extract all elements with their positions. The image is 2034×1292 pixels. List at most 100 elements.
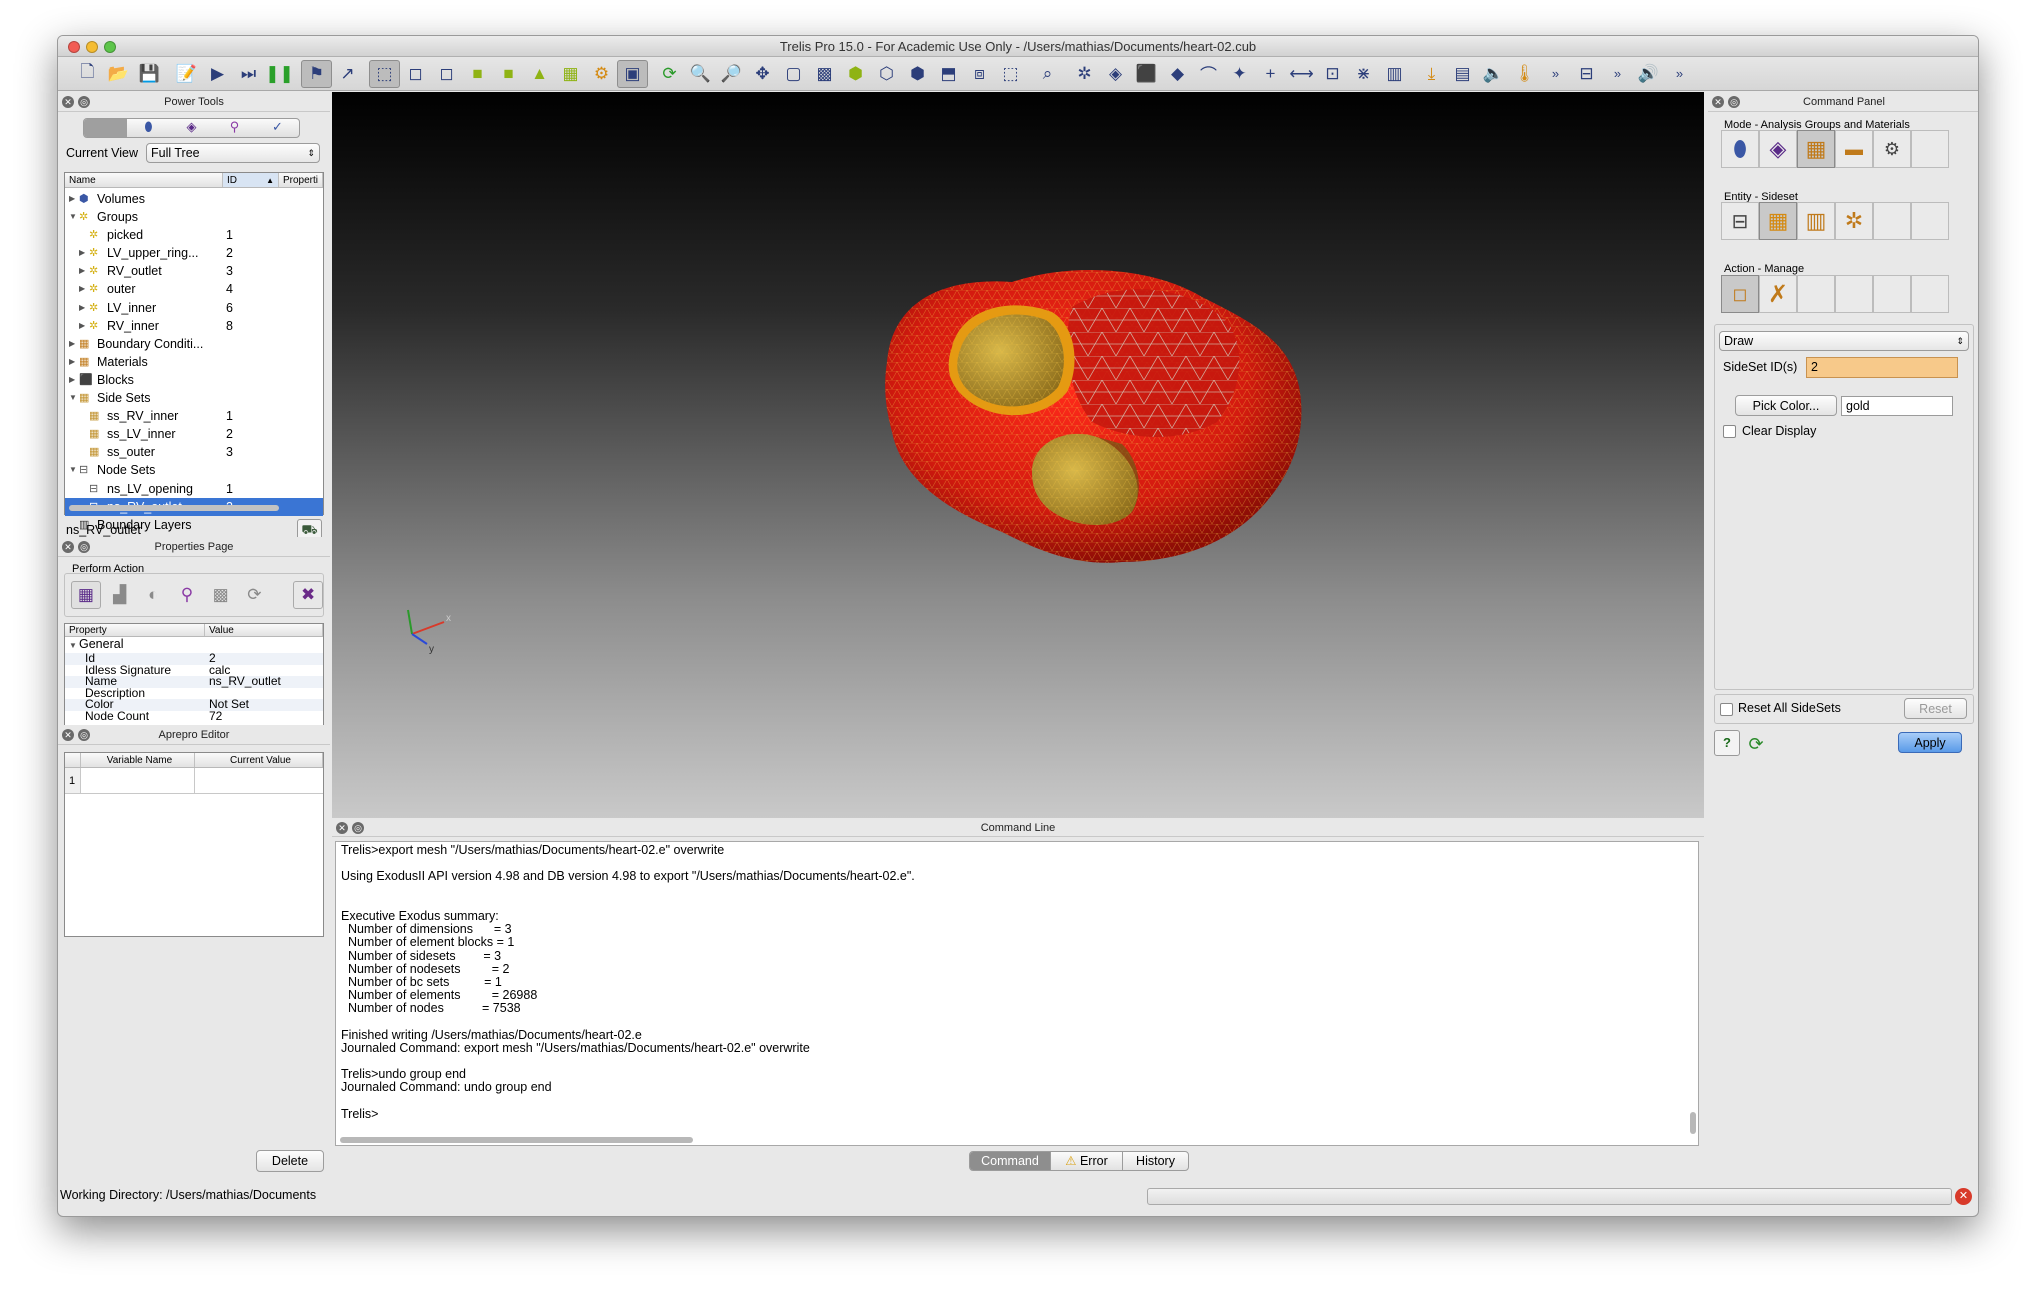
materials-mode-icon[interactable]: ▬ [1835,130,1873,168]
delete-action-icon[interactable]: ✗ [1759,275,1797,313]
refresh-panel-icon[interactable]: ⟳ [1744,732,1768,756]
float-panel-icon[interactable]: ◎ [78,541,90,553]
tree-row[interactable]: ⊟ ns_LV_opening 1 [65,480,323,498]
current-value-cell[interactable] [195,768,323,793]
toolbar-overflow-3-icon[interactable]: » [1664,60,1695,88]
view-all-icon[interactable]: ⬚ [995,60,1026,88]
group-entity-icon[interactable]: ✲ [1835,202,1873,240]
expand-arrow-icon[interactable]: ▶ [69,371,79,389]
zoom-out-icon[interactable]: 🔎 [716,60,747,88]
shaded-mesh-icon[interactable]: ■ [493,60,524,88]
save-file-icon[interactable]: 💾 [134,60,165,88]
expand-arrow-icon[interactable]: ▼ [69,208,79,226]
col-id[interactable]: ID ▲ [223,173,279,187]
vertex-icon[interactable]: ✦ [1224,60,1255,88]
tree-row[interactable]: ▶ ▦ Materials [65,353,323,371]
expand-arrow-icon[interactable]: ▼ [69,389,79,407]
step-journal-icon[interactable]: ⏭ [233,60,264,88]
view-cube-icon[interactable]: ⬢ [840,60,871,88]
temperature-icon[interactable]: 🌡 [1509,60,1540,88]
delete-action-icon[interactable]: ✖ [293,581,323,609]
tools-mode-icon[interactable]: ⚙ [1873,130,1911,168]
col-variable-name[interactable]: Variable Name [81,753,195,767]
apply-button[interactable]: Apply [1898,732,1962,753]
close-panel-icon[interactable]: ✕ [1712,96,1724,108]
float-panel-icon[interactable]: ◎ [352,822,364,834]
reset-button[interactable]: Reset [1904,698,1967,719]
speaker-icon[interactable]: 🔊 [1633,60,1664,88]
pick-color-button[interactable]: Pick Color... [1735,395,1837,416]
new-file-icon[interactable]: 🗋 [72,60,103,88]
col-name[interactable]: Name [65,173,223,187]
float-panel-icon[interactable]: ◎ [78,96,90,108]
tree-row[interactable]: ▶ ✲ LV_inner 6 [65,299,323,317]
hex-icon[interactable]: ▥ [1379,60,1410,88]
fit-icon[interactable]: ▩ [809,60,840,88]
help-icon[interactable]: ? [1714,730,1740,756]
refresh-action-icon[interactable]: ⟳ [240,581,270,609]
col-property[interactable]: Property [65,624,205,636]
tree-row[interactable]: ▦ ss_outer 3 [65,443,323,461]
mesh-action-icon[interactable]: ▦ [71,581,101,609]
operation-select[interactable]: Draw ⇕ [1719,331,1969,351]
tree-row[interactable]: ▦ ss_RV_inner 1 [65,407,323,425]
surface-action-icon[interactable]: ◐ [138,581,168,609]
expand-arrow-icon[interactable]: ▶ [69,353,79,371]
edge-icon[interactable]: ⟷ [1286,60,1317,88]
view-iso2-icon[interactable]: ⬢ [902,60,933,88]
overlay-icon[interactable]: ▣ [617,59,648,88]
tree-row[interactable]: ▶ ✲ LV_upper_ring... 2 [65,244,323,262]
pick-icon[interactable]: ↗ [332,60,363,88]
tab-history[interactable]: History [1122,1152,1188,1170]
tree-horizontal-scrollbar[interactable] [69,505,279,511]
close-window-button[interactable] [68,41,80,53]
col-current-value[interactable]: Current Value [195,753,323,767]
tab-error[interactable]: ⚠ Error [1050,1152,1122,1170]
create-action-icon[interactable]: ◻ [1721,275,1759,313]
tree-row[interactable]: ▦ ss_LV_inner 2 [65,425,323,443]
tree-row[interactable]: ▼ ✲ Groups [65,208,323,226]
ruler-icon[interactable]: ⊟ [1571,60,1602,88]
close-panel-icon[interactable]: ✕ [62,96,74,108]
play-journal-icon[interactable]: ▶ [202,60,233,88]
property-group-general[interactable]: ▼ General [65,637,323,653]
block-icon[interactable]: ▤ [1447,60,1478,88]
tree-row[interactable]: ✲ picked 1 [65,226,323,244]
probe-action-icon[interactable]: ⚲ [172,581,202,609]
tab-tree[interactable] [84,119,127,137]
view-front-icon[interactable]: ⬡ [871,60,902,88]
pause-icon[interactable]: ❚❚ [264,60,295,88]
tree-row[interactable]: ▼ ⊟ Node Sets [65,461,323,479]
variable-name-cell[interactable] [81,768,195,793]
geometry-mode-icon[interactable]: ⬮ [1721,130,1759,168]
mesh-mode-icon[interactable]: ◈ [1759,130,1797,168]
sideset-entity-icon[interactable]: ▦ [1759,202,1797,240]
close-panel-icon[interactable]: ✕ [62,541,74,553]
tree-row[interactable]: ▶ ✲ outer 4 [65,280,323,298]
delete-button[interactable]: Delete [256,1150,324,1172]
tree-row[interactable]: ▶ ⬢ Volumes [65,190,323,208]
minimize-window-button[interactable] [86,41,98,53]
zoom-box-icon[interactable]: ▢ [778,60,809,88]
quad-icon[interactable]: ⊡ [1317,60,1348,88]
cancel-icon[interactable]: ✕ [1955,1188,1972,1205]
current-view-select[interactable]: Full Tree ⇕ [146,143,320,163]
expand-arrow-icon[interactable]: ▶ [69,335,79,353]
float-panel-icon[interactable]: ◎ [1728,96,1740,108]
tree-row[interactable]: ▶ ▦ Boundary Conditi... [65,335,323,353]
color-input[interactable]: gold [1841,396,1953,416]
expand-arrow-icon[interactable]: ▼ [69,461,79,479]
cylinder-tab-icon[interactable]: ⬮ [127,119,170,137]
tree-row[interactable]: ▼ ▦ Side Sets [65,389,323,407]
col-properties[interactable]: Properti [279,173,323,187]
graphics-settings-icon[interactable]: ⚙ [586,60,617,88]
tab-command[interactable]: Command [970,1152,1050,1170]
sound-icon[interactable]: 🔈 [1478,60,1509,88]
magnify-icon[interactable]: ⌕ [1032,60,1063,88]
block-entity-icon[interactable]: ▥ [1797,202,1835,240]
surface-icon[interactable]: ◆ [1162,60,1193,88]
tri-icon[interactable]: ⋇ [1348,60,1379,88]
hidden-line-icon[interactable]: ◻ [431,60,462,88]
select-icon[interactable]: ⚑ [301,59,332,88]
expand-arrow-icon[interactable]: ▶ [69,190,79,208]
